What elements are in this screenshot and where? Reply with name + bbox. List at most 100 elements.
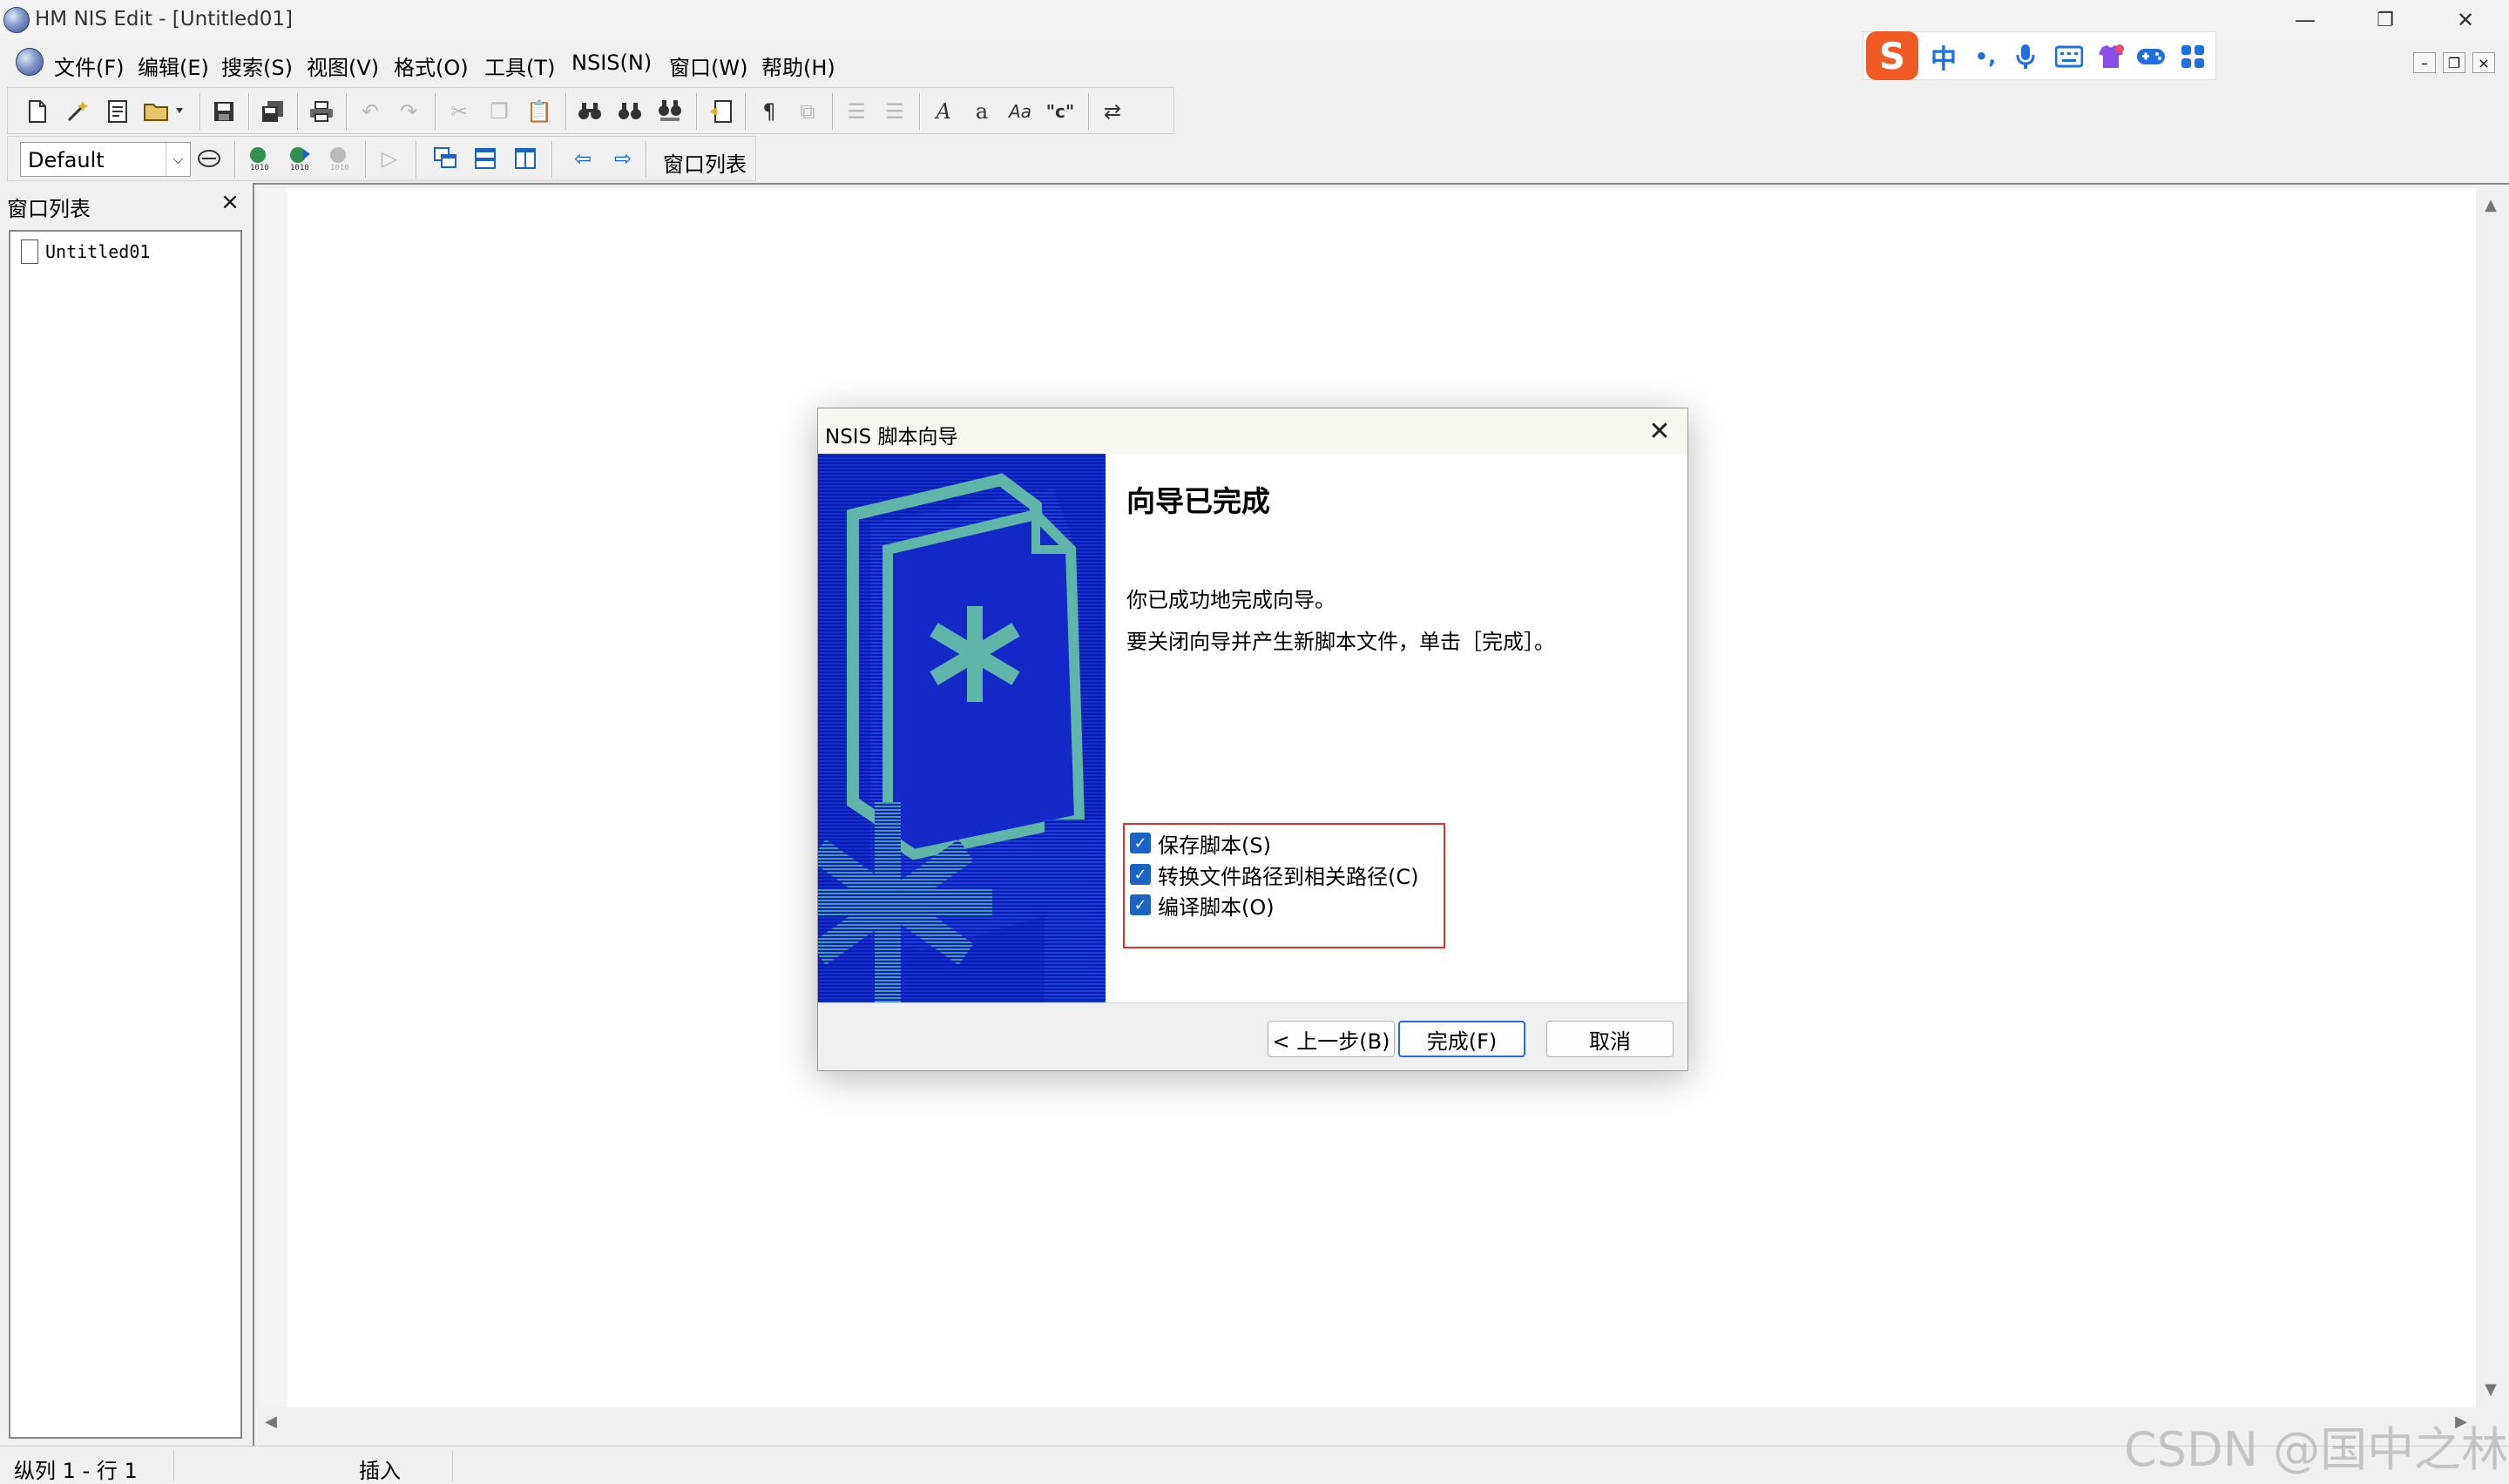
restore-button[interactable]: ❐: [2345, 0, 2425, 40]
dialog-footer: < 上一步(B) 完成(F) 取消: [818, 1002, 1687, 1070]
paste-icon[interactable]: 📋: [522, 94, 557, 129]
save-all-icon[interactable]: [255, 94, 290, 129]
menu-tools[interactable]: 工具(T): [484, 51, 555, 81]
svg-text:1010: 1010: [330, 164, 349, 172]
window-list-button[interactable]: 窗口列表: [654, 142, 755, 177]
style-select-value: Default: [28, 148, 105, 172]
lowercase-icon[interactable]: a: [964, 94, 999, 129]
cascade-icon[interactable]: [428, 141, 463, 176]
wizard-content: 向导已完成 你已成功地完成向导。 要关闭向导并产生新脚本文件，单击［完成］。 ✓…: [1106, 454, 1687, 1002]
template-icon[interactable]: [100, 94, 135, 129]
run-icon[interactable]: ▷: [372, 141, 407, 176]
paragraph-icon[interactable]: ¶: [752, 94, 787, 129]
indent-icon[interactable]: ☰: [839, 94, 874, 129]
window-list-panel-header: 窗口列表 ×: [0, 185, 249, 223]
dialog-close-icon[interactable]: ✕: [1642, 415, 1677, 447]
find-next-icon[interactable]: [612, 94, 647, 129]
wizard-icon[interactable]: [60, 94, 95, 129]
window-list: Untitled01: [9, 230, 242, 1439]
ime-chinese-mode[interactable]: 中: [1927, 40, 1960, 75]
vertical-scrollbar[interactable]: ▲ ▼: [2476, 188, 2506, 1407]
compile-icon[interactable]: 1010: [243, 141, 278, 176]
save-icon[interactable]: [206, 94, 241, 129]
quote-icon[interactable]: "c": [1043, 94, 1078, 129]
menu-view[interactable]: 视图(V): [307, 51, 379, 81]
checkbox-checked-icon: ✓: [1130, 894, 1151, 915]
undo-icon[interactable]: ↶: [353, 94, 388, 129]
mdi-restore-button[interactable]: ❐: [2443, 52, 2465, 73]
copy-icon[interactable]: ❐: [482, 94, 517, 129]
dialog-title-bar: NSIS 脚本向导 ✕: [818, 408, 1687, 454]
scroll-up-icon[interactable]: ▲: [2478, 192, 2504, 218]
insert-icon[interactable]: ⇄: [1095, 94, 1130, 129]
finish-button[interactable]: 完成(F): [1398, 1021, 1525, 1057]
document-icon: [21, 239, 38, 264]
apps-icon[interactable]: [2176, 40, 2209, 73]
keyboard-icon[interactable]: [2053, 40, 2086, 73]
dialog-title: NSIS 脚本向导: [825, 426, 958, 449]
menu-search[interactable]: 搜索(S): [221, 51, 293, 81]
game-icon[interactable]: [2134, 40, 2167, 73]
list-item[interactable]: Untitled01: [21, 239, 150, 265]
options-highlight-box: ✓ 保存脚本(S) ✓ 转换文件路径到相关路径(C) ✓ 编译脚本(O): [1123, 823, 1445, 948]
scroll-left-icon[interactable]: ◀: [258, 1408, 284, 1434]
window-title: HM NIS Edit - [Untitled01]: [35, 8, 294, 30]
script-wizard-dialog: NSIS 脚本向导 ✕ 向导已完成 你已成功地完成向导。 要关闭向导并产生新脚本…: [817, 408, 1688, 1071]
convert-paths-checkbox[interactable]: ✓ 转换文件路径到相关路径(C): [1130, 860, 1418, 889]
word-wrap-icon[interactable]: ⧉: [790, 94, 825, 129]
mdi-minimize-button[interactable]: –: [2413, 52, 2436, 73]
previous-window-icon[interactable]: ⇦: [565, 141, 600, 176]
style-select[interactable]: Default ⌵: [20, 142, 191, 177]
uppercase-icon[interactable]: A: [926, 94, 961, 129]
wizard-message-1: 你已成功地完成向导。: [1126, 588, 1336, 612]
secondary-toolbar: Default ⌵ 1010 1010 1010 ▷ ⇦ ⇨ 窗口列表: [7, 136, 756, 181]
back-button[interactable]: < 上一步(B): [1268, 1021, 1395, 1057]
system-menu-icon[interactable]: [16, 48, 44, 76]
wizard-banner-image: [818, 454, 1106, 1002]
checkbox-checked-icon: ✓: [1130, 864, 1151, 885]
outdent-icon[interactable]: ☰: [877, 94, 912, 129]
app-globe-icon: [3, 7, 30, 33]
next-window-icon[interactable]: ⇨: [605, 141, 640, 176]
compile-run-icon[interactable]: 1010: [283, 141, 318, 176]
tile-vertical-icon[interactable]: [508, 141, 543, 176]
cut-icon[interactable]: ✂: [442, 94, 477, 129]
wizard-message-2: 要关闭向导并产生新脚本文件，单击［完成］。: [1126, 630, 1555, 654]
close-button[interactable]: ✕: [2425, 0, 2506, 40]
editor-gutter: [258, 188, 287, 1407]
insert-mode: 插入: [348, 1450, 453, 1483]
checkbox-checked-icon: ✓: [1130, 833, 1151, 853]
replace-icon[interactable]: [653, 94, 687, 129]
menu-file[interactable]: 文件(F): [54, 51, 125, 81]
tile-horizontal-icon[interactable]: [468, 141, 503, 176]
menu-format[interactable]: 格式(O): [394, 51, 469, 81]
menu-window[interactable]: 窗口(W): [669, 51, 747, 81]
mic-icon[interactable]: [2009, 40, 2042, 73]
redo-icon[interactable]: ↷: [391, 94, 426, 129]
menu-nsis[interactable]: NSIS(N): [571, 51, 652, 75]
toggle-case-icon[interactable]: Aa: [1003, 94, 1038, 129]
chevron-down-icon: ⌵: [166, 143, 190, 176]
cancel-button[interactable]: 取消: [1546, 1021, 1674, 1057]
svg-text:1010: 1010: [290, 164, 309, 172]
style-manage-icon[interactable]: [193, 141, 227, 176]
scroll-down-icon[interactable]: ▼: [2478, 1376, 2504, 1402]
stop-compile-icon[interactable]: 1010: [323, 141, 358, 176]
compile-script-checkbox[interactable]: ✓ 编译脚本(O): [1130, 890, 1275, 920]
print-icon[interactable]: [304, 94, 339, 129]
menu-help[interactable]: 帮助(H): [761, 51, 835, 81]
skin-icon[interactable]: [2094, 40, 2127, 73]
window-list-title: 窗口列表: [7, 197, 91, 221]
checkbox-label: 保存脚本(S): [1158, 833, 1271, 858]
open-folder-icon[interactable]: [139, 94, 191, 129]
ime-punctuation[interactable]: •,: [1969, 40, 2002, 73]
find-icon[interactable]: [572, 94, 607, 129]
ime-logo-icon[interactable]: S: [1866, 31, 1918, 80]
panel-close-icon[interactable]: ×: [216, 188, 244, 216]
menu-edit[interactable]: 编辑(E): [138, 51, 209, 81]
mdi-close-button[interactable]: ×: [2472, 52, 2495, 73]
new-file-icon[interactable]: [20, 94, 55, 129]
goto-line-icon[interactable]: [703, 94, 738, 129]
save-script-checkbox[interactable]: ✓ 保存脚本(S): [1130, 828, 1271, 858]
minimize-button[interactable]: —: [2265, 0, 2345, 40]
